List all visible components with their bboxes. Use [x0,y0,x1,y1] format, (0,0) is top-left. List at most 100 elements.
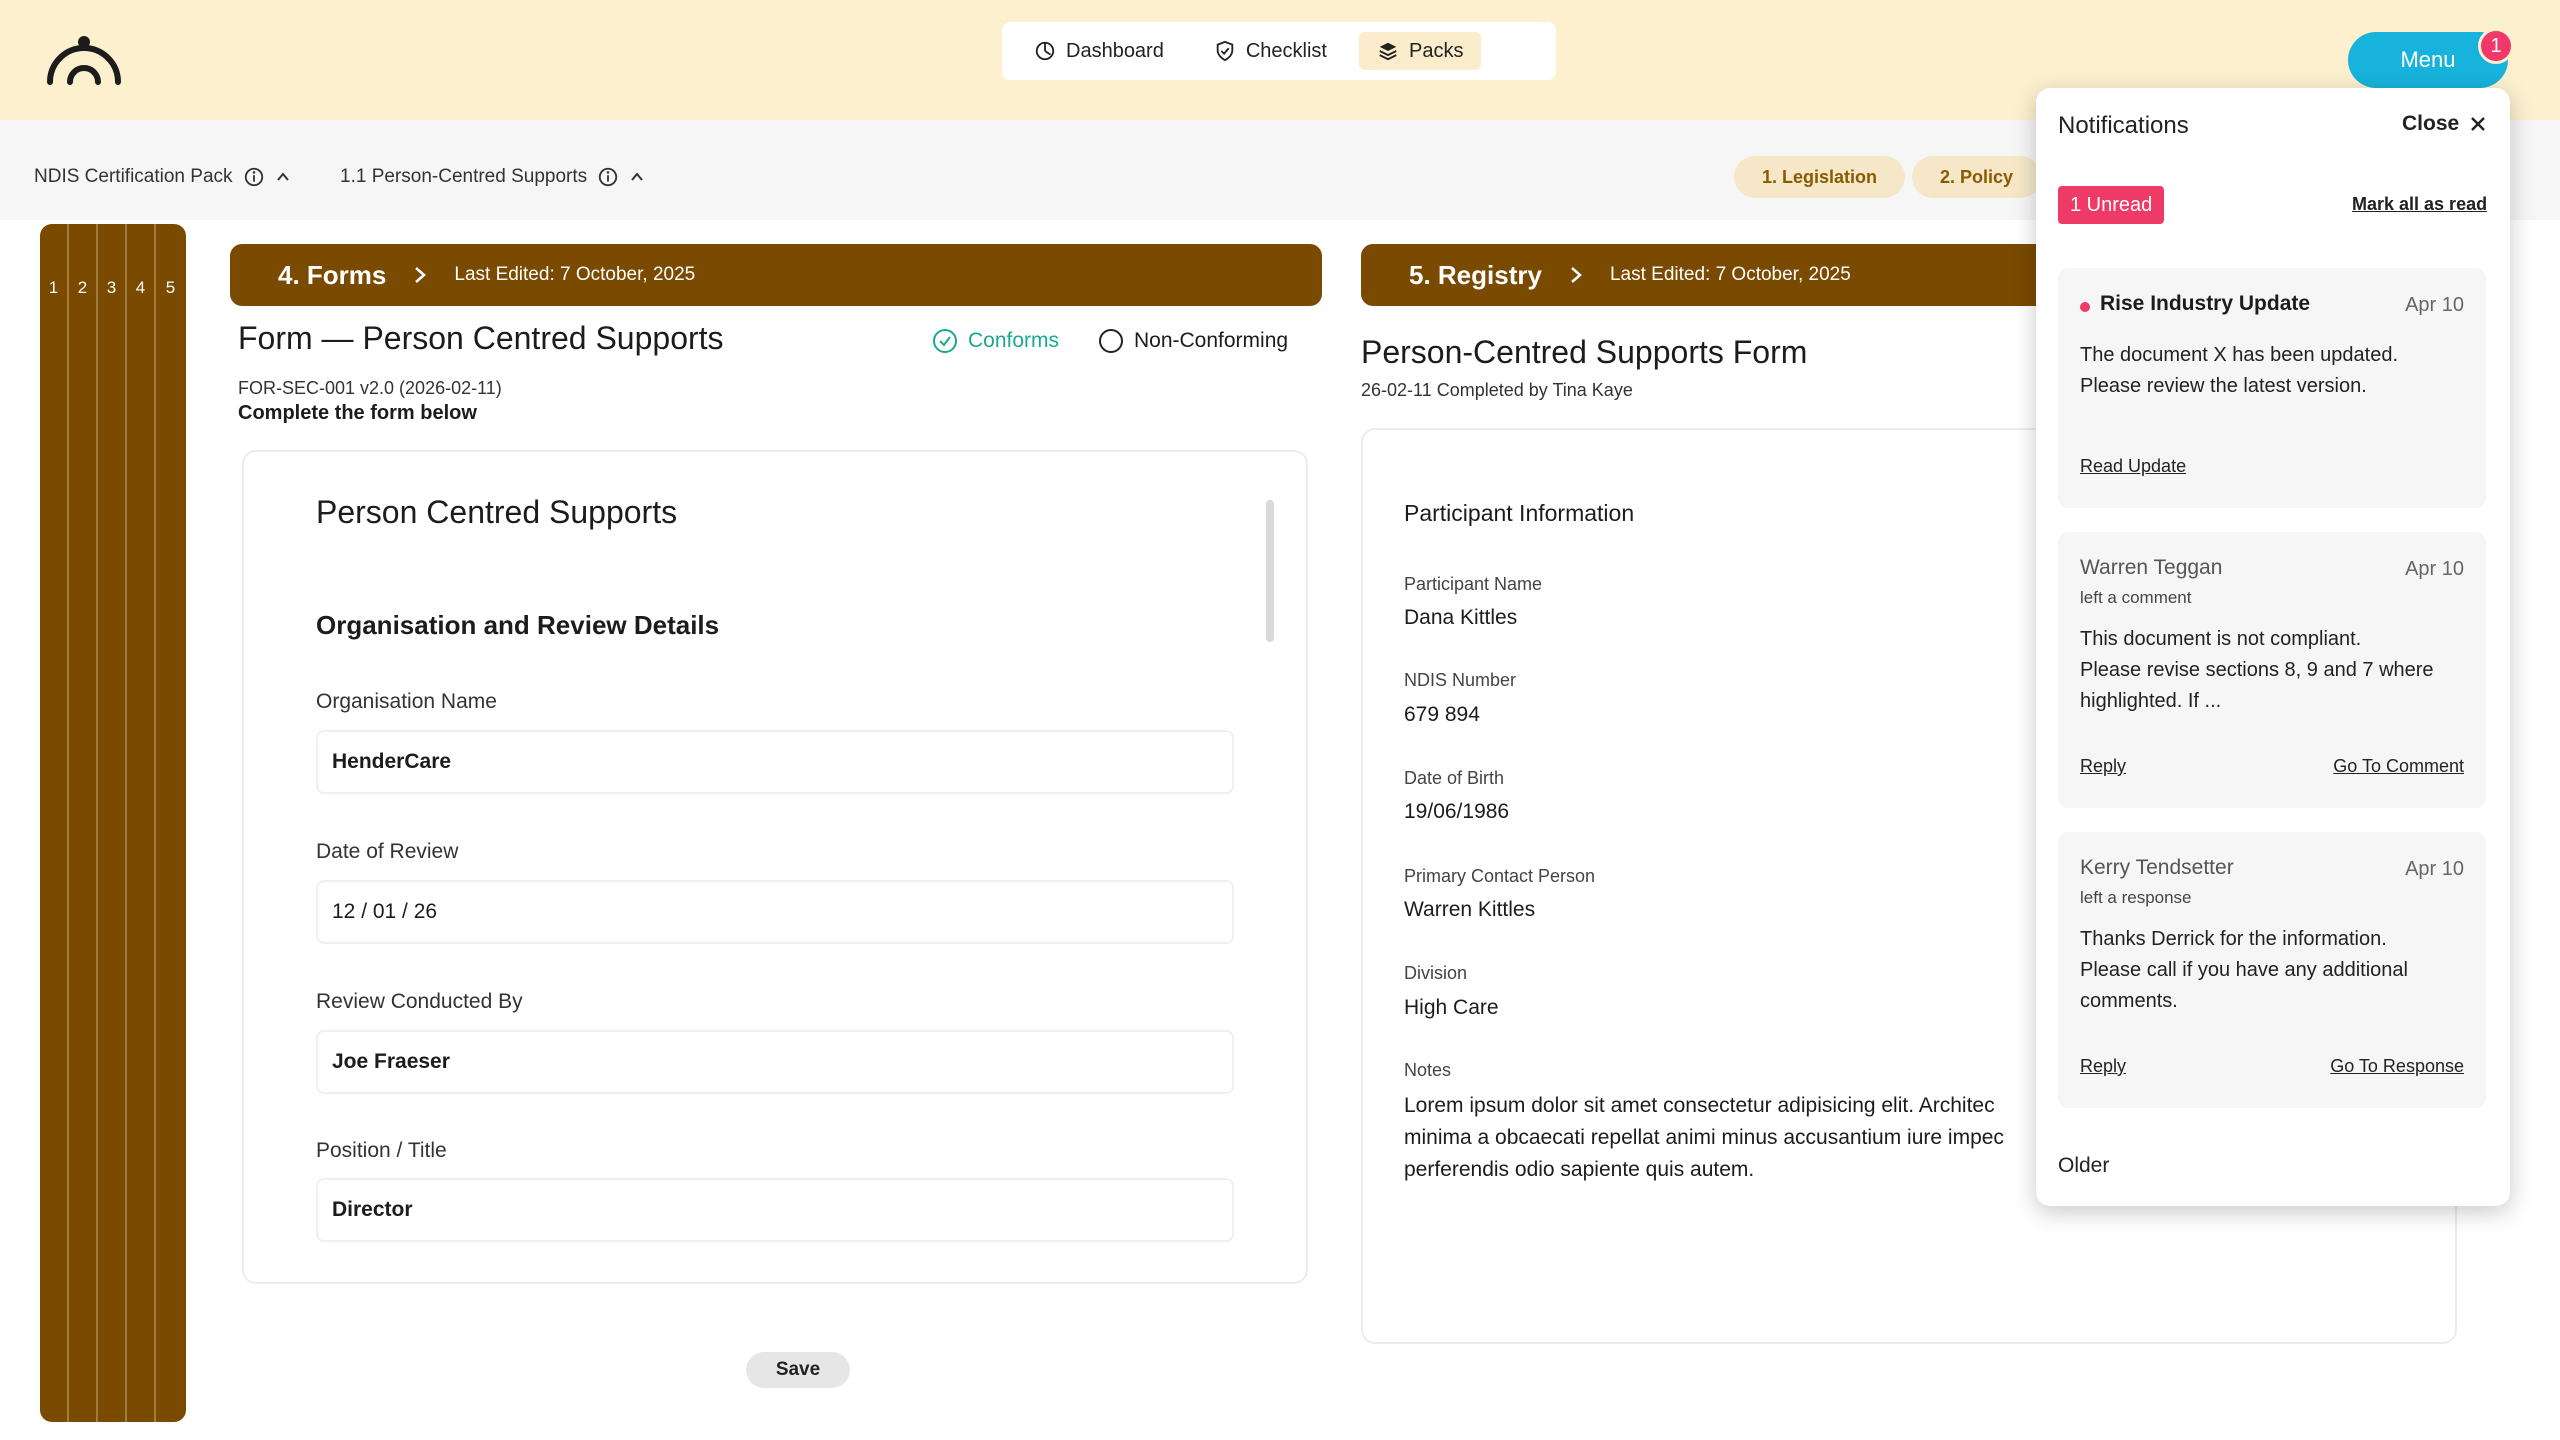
nav-checklist-label: Checklist [1245,39,1327,62]
registry-last-edited: Last Edited: 7 October, 2025 [1609,264,1851,285]
brand-logo-icon[interactable] [44,34,124,86]
message-line: This document is not compliant. [2080,628,2362,650]
form-card-title: Person Centred Supports [316,494,678,530]
notification-card[interactable]: Warren Teggan Apr 10 left a comment This… [2058,532,2486,808]
go-to-response-link[interactable]: Go To Response [2330,1056,2464,1077]
mark-all-read-link[interactable]: Mark all as read [2352,194,2487,215]
section-tab-1[interactable]: 1 [40,224,69,1422]
older-notifications-link[interactable]: Older [2058,1154,2109,1178]
participant-info-heading: Participant Information [1404,500,1635,526]
message-line: highlighted. If ... [2080,690,2222,712]
division-label: Division [1404,963,1468,983]
forms-last-edited: Last Edited: 7 October, 2025 [454,264,696,285]
form-scrollbar[interactable] [1266,500,1274,642]
ndis-number-value: 679 894 [1404,703,1480,726]
primary-contact-value: Warren Kittles [1404,898,1536,921]
chevron-up-icon[interactable] [629,169,645,185]
notification-date: Apr 10 [2405,858,2464,880]
message-line: Thanks Derrick for the information. [2080,928,2387,950]
participant-name-label: Participant Name [1404,574,1543,594]
close-icon [2471,117,2486,131]
message-line: Please review the latest version. [2080,375,2367,397]
non-conforming-label: Non-Conforming [1134,329,1289,352]
non-conforming-option[interactable]: Non-Conforming [1098,328,1288,354]
chevron-up-icon[interactable] [275,169,291,185]
breadcrumb-pack[interactable]: NDIS Certification Pack [34,166,291,188]
notification-sender: Rise Industry Update [2100,292,2311,315]
ndis-number-label: NDIS Number [1404,670,1517,690]
form-code: FOR-SEC-001 v2.0 (2026-02-11) [238,378,502,398]
nav-dashboard[interactable]: Dashboard [1016,32,1182,70]
section-tab-4[interactable]: 4 [127,224,156,1422]
conforms-option[interactable]: Conforms [932,328,1059,354]
date-of-review-label: Date of Review [316,840,459,863]
save-button[interactable]: Save [746,1352,850,1388]
forms-section-title: 4. Forms [278,259,387,290]
unread-count-badge: 1 Unread [2058,186,2165,224]
message-line: Please call if you have any additional [2080,959,2408,981]
nav-checklist[interactable]: Checklist [1196,32,1345,70]
notes-line: minima a obcaecati repellat animi minus … [1404,1126,2004,1149]
participant-name-value: Dana Kittles [1404,606,1518,629]
message-line: The document X has been updated. [2080,344,2399,366]
section-tab-3[interactable]: 3 [98,224,127,1422]
nav-packs-label: Packs [1408,39,1464,62]
review-conducted-by-label: Review Conducted By [316,990,523,1013]
form-subtitle: Complete the form below [238,402,477,424]
message-line: comments. [2080,990,2178,1012]
notification-card[interactable]: Kerry Tendsetter Apr 10 left a response … [2058,832,2486,1108]
breadcrumb-section[interactable]: 1.1 Person-Centred Supports [340,166,645,188]
notification-sender: Kerry Tendsetter [2080,856,2234,879]
close-label: Close [2402,112,2460,135]
date-of-birth-label: Date of Birth [1404,768,1505,788]
forms-section-bar[interactable]: 4. Forms Last Edited: 7 October, 2025 [230,244,1322,306]
position-title-input[interactable] [316,1178,1234,1242]
close-notifications-button[interactable]: Close [2402,112,2487,136]
notification-card[interactable]: Rise Industry Update Apr 10 The document… [2058,268,2486,508]
message-line: Please revise sections 8, 9 and 7 where [2080,659,2434,681]
notification-message: Thanks Derrick for the information. Plea… [2080,924,2470,1017]
primary-contact-label: Primary Contact Person [1404,866,1596,886]
notes-line: Lorem ipsum dolor sit amet consectetur a… [1404,1094,1995,1117]
reply-link[interactable]: Reply [2080,756,2126,777]
dashboard-icon [1035,41,1055,61]
section-tab-strip: 1 2 3 4 5 [40,224,186,1422]
pill-legislation[interactable]: 1. Legislation [1734,156,1906,198]
nav-packs[interactable]: Packs [1358,32,1482,70]
notes-label: Notes [1404,1060,1452,1080]
radio-empty-icon [1099,329,1123,353]
registry-title: Person-Centred Supports Form [1361,334,1808,370]
notification-message: This document is not compliant. Please r… [2080,624,2470,717]
organisation-name-input[interactable] [316,730,1234,794]
conforms-label: Conforms [968,329,1060,352]
nav-dashboard-label: Dashboard [1066,39,1164,62]
division-value: High Care [1404,996,1499,1019]
notification-message: The document X has been updated. Please … [2080,340,2470,402]
info-icon[interactable] [597,166,619,188]
registry-section-title: 5. Registry [1409,259,1542,290]
date-of-review-input[interactable] [316,880,1234,944]
unread-dot-icon [2080,302,2090,312]
reply-link[interactable]: Reply [2080,1056,2126,1077]
section-tab-2[interactable]: 2 [69,224,98,1422]
organisation-name-label: Organisation Name [316,690,497,713]
form-section-title: Organisation and Review Details [316,610,720,640]
notifications-title: Notifications [2058,112,2189,139]
top-navigation: Dashboard Checklist Packs [1002,22,1556,80]
info-icon[interactable] [243,166,265,188]
go-to-comment-link[interactable]: Go To Comment [2333,756,2464,777]
position-title-label: Position / Title [316,1139,447,1162]
registry-subtitle: 26-02-11 Completed by Tina Kaye [1361,380,1633,400]
shield-check-icon [1216,40,1234,62]
notification-action: left a comment [2080,588,2192,607]
layers-icon [1379,42,1397,61]
review-conducted-by-input[interactable] [316,1030,1234,1094]
registry-section-bar[interactable]: 5. Registry Last Edited: 7 October, 2025 [1361,244,2061,306]
section-tab-5[interactable]: 5 [156,224,185,1422]
read-update-link[interactable]: Read Update [2080,456,2186,477]
menu-notification-badge: 1 [2478,28,2514,64]
pill-policy[interactable]: 2. Policy [1912,156,2042,198]
chevron-right-icon [1571,267,1582,283]
notification-sender: Warren Teggan [2080,556,2223,579]
chevron-right-icon [415,267,427,283]
